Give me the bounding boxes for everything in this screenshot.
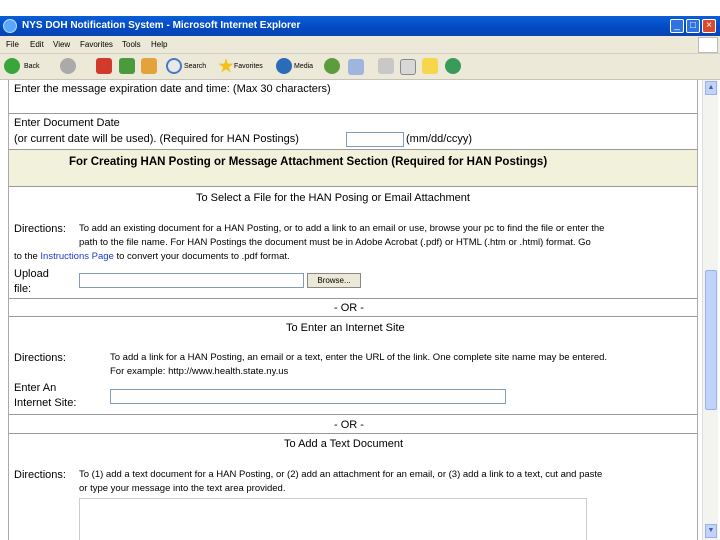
doc-date-label: Enter Document Date bbox=[14, 117, 120, 129]
favorites-button[interactable]: Favorites bbox=[218, 58, 272, 76]
print-button[interactable] bbox=[378, 58, 396, 76]
forward-button[interactable] bbox=[60, 58, 88, 76]
instructions-page-link[interactable]: Instructions Page bbox=[40, 251, 113, 262]
scroll-up-icon[interactable]: ▲ bbox=[705, 81, 717, 95]
menu-file[interactable]: File bbox=[6, 40, 19, 49]
divider bbox=[9, 186, 697, 187]
ie-icon bbox=[3, 19, 17, 33]
back-arrow-icon bbox=[4, 58, 20, 74]
file-directions-line-2: path to the file name. For HAN Postings … bbox=[79, 237, 591, 248]
doc-date-input[interactable] bbox=[346, 132, 404, 147]
edit-icon bbox=[400, 59, 416, 75]
menu-view[interactable]: View bbox=[53, 40, 70, 49]
page-content: Enter the message expiration date and ti… bbox=[8, 80, 698, 540]
divider bbox=[9, 414, 697, 415]
menu-favorites[interactable]: Favorites bbox=[80, 40, 113, 49]
divider bbox=[9, 316, 697, 317]
file-directions-line-3: to the Instructions Page to convert your… bbox=[14, 251, 290, 262]
refresh-icon bbox=[119, 58, 135, 74]
back-button[interactable]: Back bbox=[4, 58, 56, 76]
home-button[interactable] bbox=[141, 58, 159, 76]
star-icon bbox=[218, 58, 234, 73]
menu-bar: File Edit View Favorites Tools Help bbox=[0, 36, 720, 54]
search-button[interactable]: Search bbox=[166, 58, 216, 76]
windows-logo-icon bbox=[698, 37, 718, 53]
vertical-scrollbar[interactable]: ▲ ▼ bbox=[702, 80, 718, 540]
menu-edit[interactable]: Edit bbox=[30, 40, 44, 49]
file-directions-line-1: To add an existing document for a HAN Po… bbox=[79, 223, 605, 234]
upload-label: Upload bbox=[14, 268, 49, 280]
discuss-button[interactable] bbox=[422, 58, 440, 76]
internet-directions-label: Directions: bbox=[14, 352, 66, 364]
mail-button[interactable] bbox=[348, 58, 374, 76]
search-icon bbox=[166, 58, 182, 74]
internet-section-title: To Enter an Internet Site bbox=[286, 322, 405, 334]
section-header: For Creating HAN Posting or Message Atta… bbox=[69, 156, 548, 168]
messenger-icon bbox=[445, 58, 461, 74]
file-section-title: To Select a File for the HAN Posing or E… bbox=[196, 192, 470, 204]
or-separator: - OR - bbox=[334, 419, 364, 431]
browse-button[interactable]: Browse... bbox=[307, 273, 361, 288]
doc-date-format: (mm/dd/ccyy) bbox=[406, 133, 472, 145]
internet-directions-line-1: To add a link for a HAN Posting, an emai… bbox=[110, 352, 608, 363]
stop-button[interactable] bbox=[96, 58, 114, 76]
media-button[interactable]: Media bbox=[276, 58, 320, 76]
text-directions-line-1: To (1) add a text document for a HAN Pos… bbox=[79, 469, 603, 480]
internet-site-input[interactable] bbox=[110, 389, 506, 404]
or-separator: - OR - bbox=[334, 302, 364, 314]
divider bbox=[9, 298, 697, 299]
internet-site-label-2: Internet Site: bbox=[14, 397, 77, 409]
history-button[interactable] bbox=[324, 58, 342, 76]
text-directions-label: Directions: bbox=[14, 469, 66, 481]
expiration-label: Enter the message expiration date and ti… bbox=[14, 83, 331, 95]
doc-date-sublabel: (or current date will be used). (Require… bbox=[14, 133, 299, 145]
upload-file-input[interactable] bbox=[79, 273, 304, 288]
toolbar: Back Search Favorites Media bbox=[0, 54, 720, 80]
forward-arrow-icon bbox=[60, 58, 76, 74]
divider bbox=[9, 433, 697, 434]
home-icon bbox=[141, 58, 157, 74]
mail-icon bbox=[348, 59, 364, 75]
title-bar: NYS DOH Notification System - Microsoft … bbox=[0, 16, 720, 36]
file-directions-label: Directions: bbox=[14, 223, 66, 235]
close-button[interactable]: × bbox=[702, 19, 716, 33]
menu-tools[interactable]: Tools bbox=[122, 40, 141, 49]
text-section-title: To Add a Text Document bbox=[284, 438, 404, 450]
media-icon bbox=[276, 58, 292, 74]
folder-icon bbox=[422, 58, 438, 74]
minimize-button[interactable]: _ bbox=[670, 19, 684, 33]
window-title: NYS DOH Notification System - Microsoft … bbox=[22, 20, 301, 31]
refresh-button[interactable] bbox=[119, 58, 137, 76]
print-icon bbox=[378, 58, 394, 74]
upload-label-file: file: bbox=[14, 283, 32, 295]
stop-icon bbox=[96, 58, 112, 74]
history-icon bbox=[324, 58, 340, 74]
text-document-textarea[interactable] bbox=[79, 498, 587, 540]
internet-site-label: Enter An bbox=[14, 382, 57, 394]
divider bbox=[9, 113, 697, 114]
scroll-down-icon[interactable]: ▼ bbox=[705, 524, 717, 538]
messenger-button[interactable] bbox=[445, 58, 463, 76]
internet-directions-line-2: For example: http://www.health.state.ny.… bbox=[110, 366, 289, 377]
edit-button[interactable] bbox=[400, 58, 418, 76]
menu-help[interactable]: Help bbox=[151, 40, 167, 49]
text-directions-line-2: or type your message into the text area … bbox=[79, 483, 286, 494]
maximize-button[interactable]: □ bbox=[686, 19, 700, 33]
scroll-thumb[interactable] bbox=[705, 270, 717, 410]
